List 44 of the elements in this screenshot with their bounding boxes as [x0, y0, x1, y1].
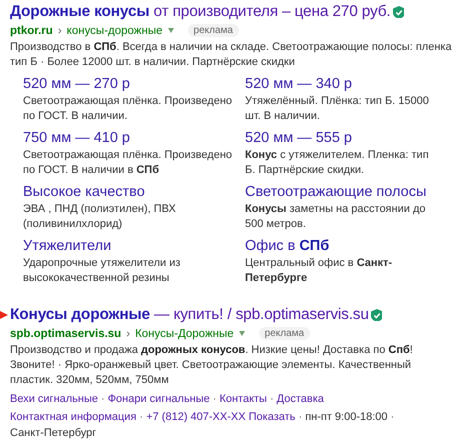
dropdown-caret-icon [238, 331, 245, 336]
sitelink-description: Конусы заметны на расстоянии до 500 метров. [245, 202, 426, 232]
ad-description: Производство в СПб. Всегда в наличии на складе. Светоотражающие полосы: пленка тип Б · Более 12000 шт. в наличии. Партнёрские скидки [10, 40, 453, 70]
sitelink-description: Утяжелённый. Плёнка: тип Б. 15000 шт. В наличии. [245, 94, 430, 124]
quick-link[interactable]: Контакты [219, 393, 267, 405]
sitelink[interactable]: Светоотражающие полосы [245, 183, 451, 202]
separator-dot: · [212, 393, 216, 405]
sitelink[interactable]: 520 мм — 270 р [23, 75, 245, 94]
sitelink-description: ЭВА , ПНД (полиэтилен), ПВХ (поливинилхлорид) [23, 202, 177, 232]
contact-link[interactable]: Контактная информация [10, 411, 136, 423]
sitelink[interactable]: Утяжелители [23, 237, 245, 256]
contact-text: пн-пт 9:00-18:00 [305, 411, 388, 423]
ad-label: реклама [258, 327, 310, 340]
sitelink-description: Светоотражающая плёнка. Произведено по ГОСТ. В наличии. [23, 94, 234, 124]
sitelink-description: Ударопрочные утяжелители из высококачественной резины [23, 256, 182, 286]
path-link[interactable]: Конусы-Дорожные [135, 328, 234, 340]
sitelink[interactable]: 520 мм — 340 р [245, 75, 451, 94]
contact-text: Санкт-Петербург [10, 427, 96, 439]
contact-link[interactable]: +7 (812) 407-XX-XX Показать [146, 411, 296, 423]
path-link[interactable]: конусы-дорожные [66, 24, 163, 36]
sitelink-description: Центральный офис в Санкт-Петербурге [245, 256, 394, 286]
ad-title-link[interactable]: Дорожные конусы от производителя – цена 270 руб. [10, 3, 390, 21]
quick-link[interactable]: Доставка [276, 393, 324, 405]
quick-link[interactable]: Вехи сигнальные [10, 393, 98, 405]
sitelink-description: Светоотражающая плёнка. Произведено по ГОСТ. В наличии в СПб [23, 148, 234, 178]
breadcrumb-separator: › [58, 24, 62, 36]
domain-link[interactable]: spb.optimaservis.su [10, 328, 122, 340]
ad-title-link[interactable]: Конусы дорожные — купить! / spb.optimaservis.su [10, 306, 369, 324]
sitelink-description: Конус с утяжелителем. Пленка: тип Б. Партнёрские скидки. [245, 148, 430, 178]
separator-dot: · [101, 393, 105, 405]
ad-label: реклама [188, 24, 239, 37]
ad-description: Производство и продажа дорожных конусов. Низкие цены! Доставка по Спб! Звоните! · Ярко-оранжевый цвет. Светоотражающие элементы. Качественный пластик. 320мм, 520мм, 750мм [10, 343, 414, 388]
quick-link[interactable]: Фонари сигнальные [108, 393, 210, 405]
separator-dot: · [390, 411, 394, 423]
sitelink[interactable]: Высокое качество [23, 183, 245, 202]
separator-dot: · [298, 411, 302, 423]
domain-link[interactable]: ptkor.ru [10, 24, 53, 36]
sitelink[interactable]: 520 мм — 555 р [245, 129, 451, 148]
sitelink[interactable]: Офис в СПб [245, 237, 451, 256]
separator-dot: · [270, 393, 274, 405]
separator-dot: · [139, 411, 144, 423]
breadcrumb-separator: › [126, 328, 130, 340]
dropdown-caret-icon [168, 28, 174, 33]
sitelink[interactable]: 750 мм — 410 р [23, 129, 245, 148]
